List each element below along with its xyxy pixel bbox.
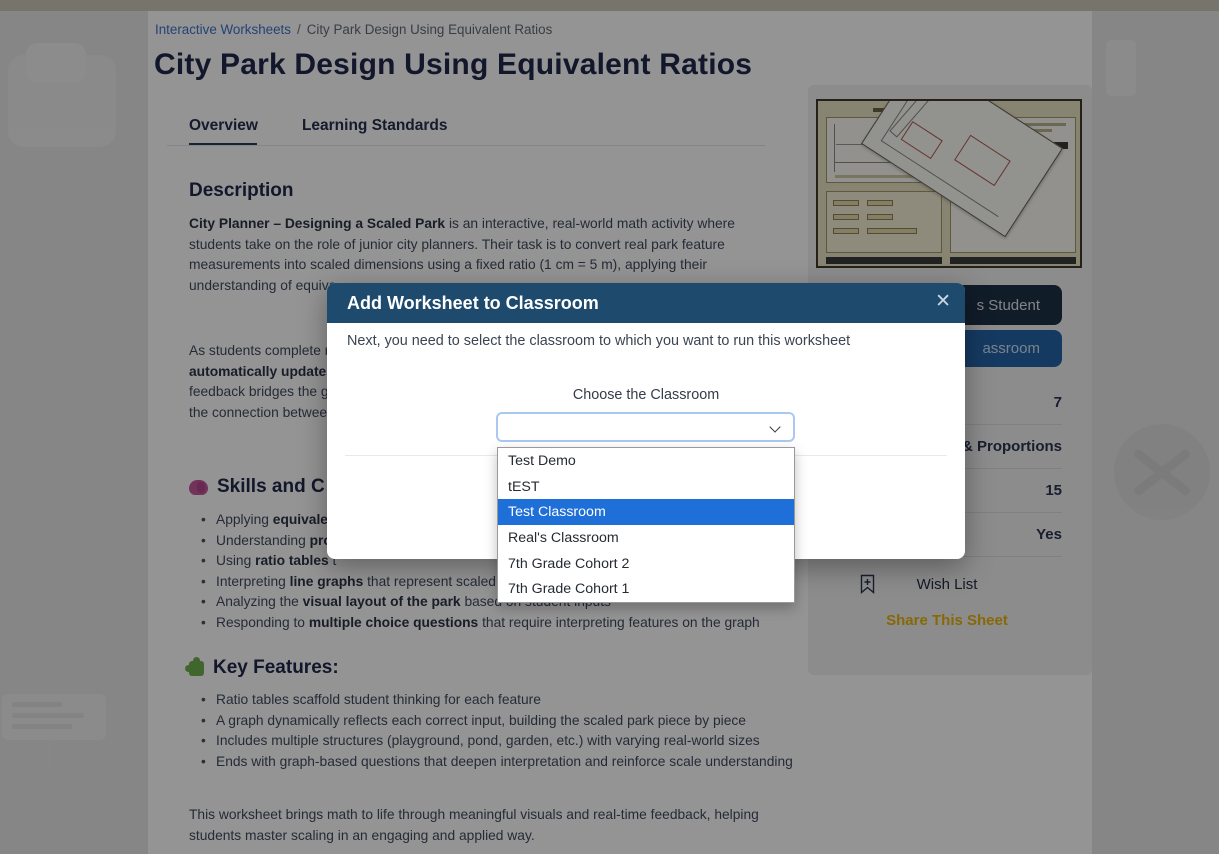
- classroom-select[interactable]: [496, 412, 795, 442]
- modal-instruction-text: Next, you need to select the classroom t…: [347, 333, 850, 349]
- dropdown-option[interactable]: 7th Grade Cohort 2: [498, 551, 794, 577]
- modal-header: Add Worksheet to Classroom ✕: [327, 283, 965, 323]
- dropdown-option[interactable]: tEST: [498, 474, 794, 500]
- dropdown-option[interactable]: 7th Grade Cohort 1: [498, 576, 794, 602]
- dropdown-option[interactable]: Test Classroom: [498, 499, 794, 525]
- dropdown-option[interactable]: Real's Classroom: [498, 525, 794, 551]
- classroom-dropdown-menu: Test DemotESTTest ClassroomReal's Classr…: [497, 447, 795, 603]
- classroom-select-label: Choose the Classroom: [327, 387, 965, 403]
- close-icon[interactable]: ✕: [935, 291, 951, 313]
- chevron-down-icon: [769, 421, 780, 432]
- modal-title: Add Worksheet to Classroom: [327, 293, 599, 314]
- dropdown-option[interactable]: Test Demo: [498, 448, 794, 474]
